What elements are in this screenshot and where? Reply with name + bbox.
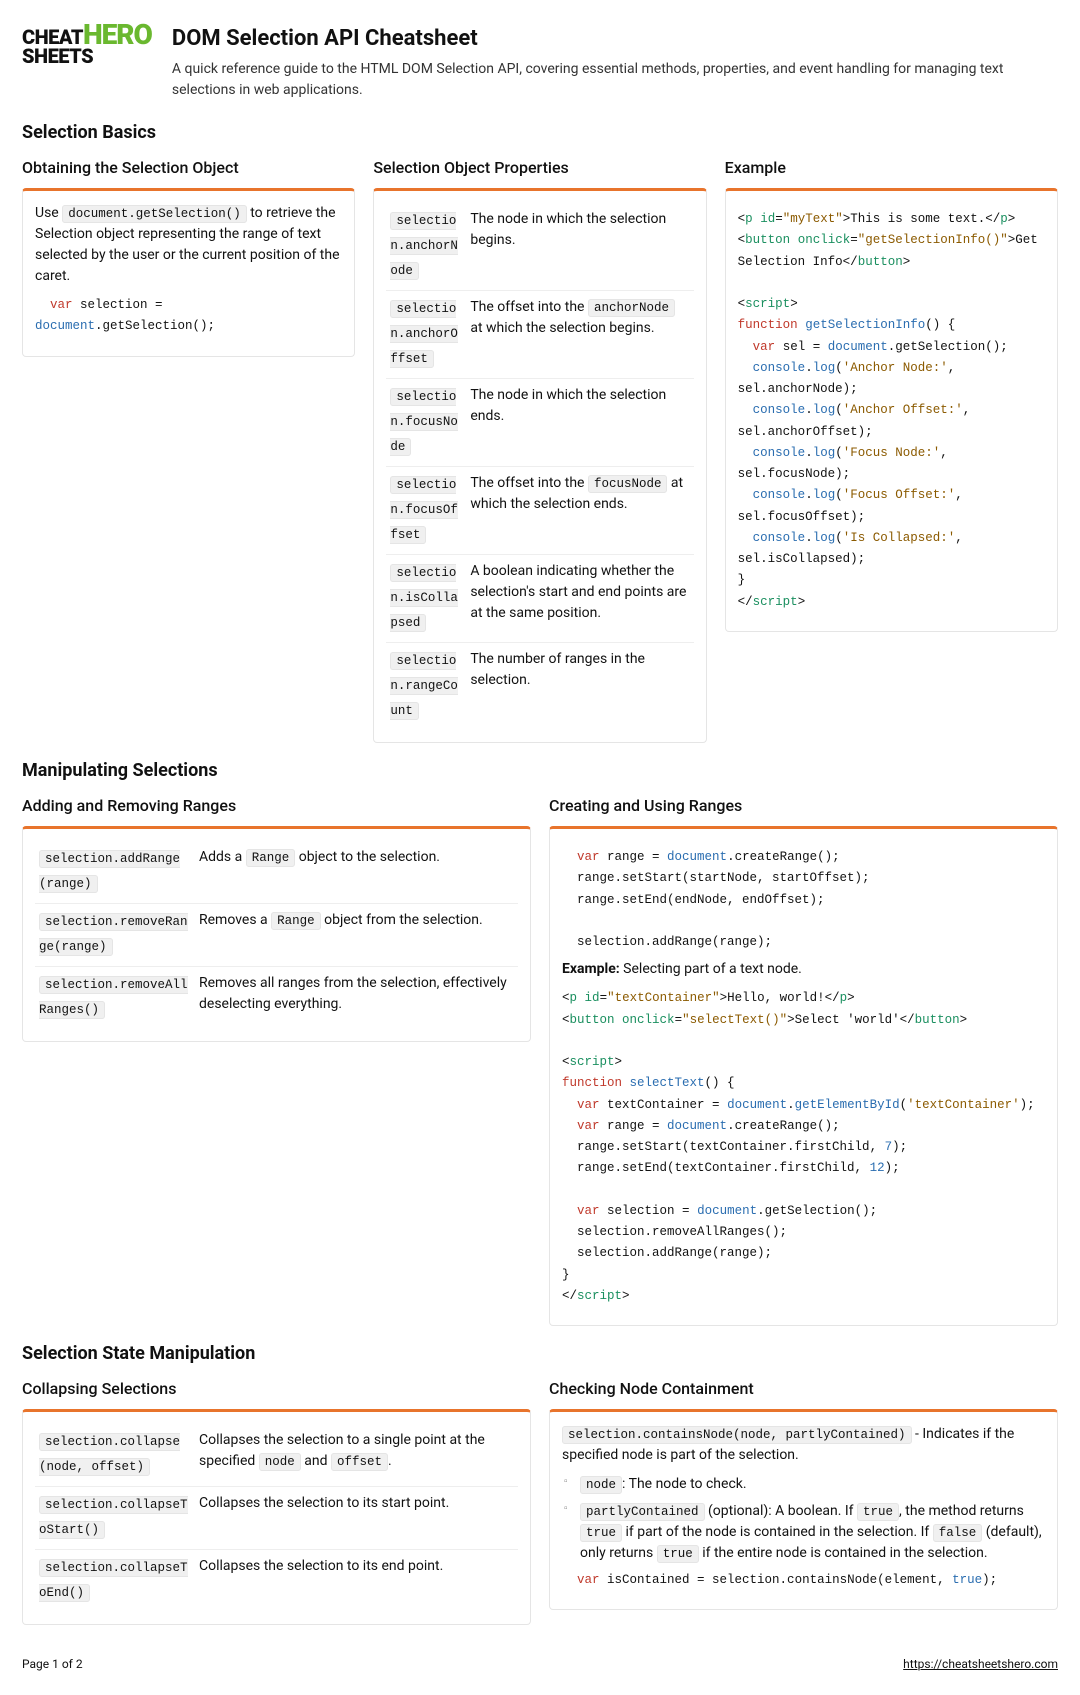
inline-code: selection.containsNode(node, partlyConta… [562,1426,912,1444]
card-title: Obtaining the Selection Object [22,156,355,180]
title-block: DOM Selection API Cheatsheet A quick ref… [172,22,1058,101]
card-title: Collapsing Selections [22,1377,531,1401]
code-block: var selection = document.getSelection(); [35,295,342,338]
code-block: <p id="myText">This is some text.</p> <b… [738,209,1045,613]
table-row: selection.addRange(range) Adds a Range ob… [35,841,518,904]
page-footer: Page 1 of 2 https://cheatsheetshero.com [22,1655,1058,1673]
page-title: DOM Selection API Cheatsheet [172,22,1058,55]
page-header: CHEATHERO SHEETS DOM Selection API Cheat… [22,22,1058,101]
list-item: partlyContained (optional): A boolean. I… [562,1501,1045,1564]
table-row: selection.rangeCountThe number of ranges… [386,643,693,731]
page-number: Page 1 of 2 [22,1655,83,1673]
card-creating-ranges: var range = document.createRange(); rang… [549,826,1058,1326]
table-row: selection.removeRange(range)Removes a Ra… [35,904,518,967]
table-row: selection.focusOffsetThe offset into the… [386,467,693,555]
section-heading: Selection State Manipulation [22,1340,1058,1367]
method-desc: Collapses the selection to its end point… [195,1550,518,1613]
method-desc: Collapses the selection to a single poin… [195,1424,518,1487]
table-row: selection.focusNodeThe node in which the… [386,379,693,467]
property-name: selection.isCollapsed [390,564,458,632]
card-title: Example [725,156,1058,180]
method-table: selection.collapse(node, offset) Collapse… [35,1424,518,1612]
method-desc: Removes a Range object from the selectio… [195,904,518,967]
property-name: selection.anchorOffset [390,300,458,368]
method-name: selection.collapseToStart() [39,1496,188,1539]
method-name: selection.collapseToEnd() [39,1559,188,1602]
property-name: selection.focusNode [390,388,458,456]
card-selection-properties: selection.anchorNodeThe node in which th… [373,188,706,743]
property-desc: The number of ranges in the selection. [466,643,693,731]
method-table: selection.addRange(range) Adds a Range ob… [35,841,518,1029]
property-desc: The offset into the focusNode at which t… [466,467,693,555]
card-title: Creating and Using Ranges [549,794,1058,818]
card-collapsing-selections: selection.collapse(node, offset) Collapse… [22,1409,531,1625]
card-title: Selection Object Properties [373,156,706,180]
property-desc: A boolean indicating whether the selecti… [466,555,693,643]
inline-code: document.getSelection() [62,205,247,223]
logo: CHEATHERO SHEETS [22,22,152,101]
card-example: <p id="myText">This is some text.</p> <b… [725,188,1058,632]
table-row: selection.collapseToStart()Collapses the… [35,1487,518,1550]
property-name: selection.anchorNode [390,212,458,280]
code-block: <p id="textContainer">Hello, world!</p> … [562,988,1045,1307]
section-heading: Selection Basics [22,119,1058,146]
table-row: selection.isCollapsedA boolean indicatin… [386,555,693,643]
footer-link[interactable]: https://cheatsheetshero.com [903,1655,1058,1673]
section-heading: Manipulating Selections [22,757,1058,784]
method-name: selection.removeAllRanges() [39,976,188,1019]
logo-text-hero: HERO [83,22,152,47]
intro-text: selection.containsNode(node, partlyConta… [562,1424,1045,1466]
property-name: selection.focusOffset [390,476,458,544]
card-title: Adding and Removing Ranges [22,794,531,818]
card-obtaining-selection: Use document.getSelection() to retrieve … [22,188,355,357]
method-desc: Removes all ranges from the selection, e… [195,967,518,1030]
method-desc: Collapses the selection to its start poi… [195,1487,518,1550]
card-checking-containment: selection.containsNode(node, partlyConta… [549,1409,1058,1610]
param-list: node: The node to check. partlyContained… [562,1474,1045,1564]
code-block: var range = document.createRange(); rang… [562,847,1045,953]
table-row: selection.collapse(node, offset) Collapse… [35,1424,518,1487]
card-desc: Use document.getSelection() to retrieve … [35,203,342,287]
table-row: selection.anchorNodeThe node in which th… [386,203,693,291]
logo-text-2: SHEETS [22,47,93,65]
card-adding-removing-ranges: selection.addRange(range) Adds a Range ob… [22,826,531,1042]
property-desc: The node in which the selection ends. [466,379,693,467]
method-desc: Adds a Range object to the selection. [195,841,518,904]
property-table: selection.anchorNodeThe node in which th… [386,203,693,730]
property-desc: The offset into the anchorNode at which … [466,291,693,379]
method-name: selection.addRange(range) [39,850,180,893]
page-subtitle: A quick reference guide to the HTML DOM … [172,59,1058,101]
method-name: selection.removeRange(range) [39,913,188,956]
method-name: selection.collapse(node, offset) [39,1433,180,1476]
table-row: selection.removeAllRanges()Removes all r… [35,967,518,1030]
property-desc: The node in which the selection begins. [466,203,693,291]
table-row: selection.anchorOffsetThe offset into th… [386,291,693,379]
example-label: Example: Selecting part of a text node. [562,959,1045,980]
list-item: node: The node to check. [562,1474,1045,1495]
code-block: var isContained = selection.containsNode… [562,1570,1045,1591]
card-title: Checking Node Containment [549,1377,1058,1401]
table-row: selection.collapseToEnd()Collapses the s… [35,1550,518,1613]
property-name: selection.rangeCount [390,652,458,720]
